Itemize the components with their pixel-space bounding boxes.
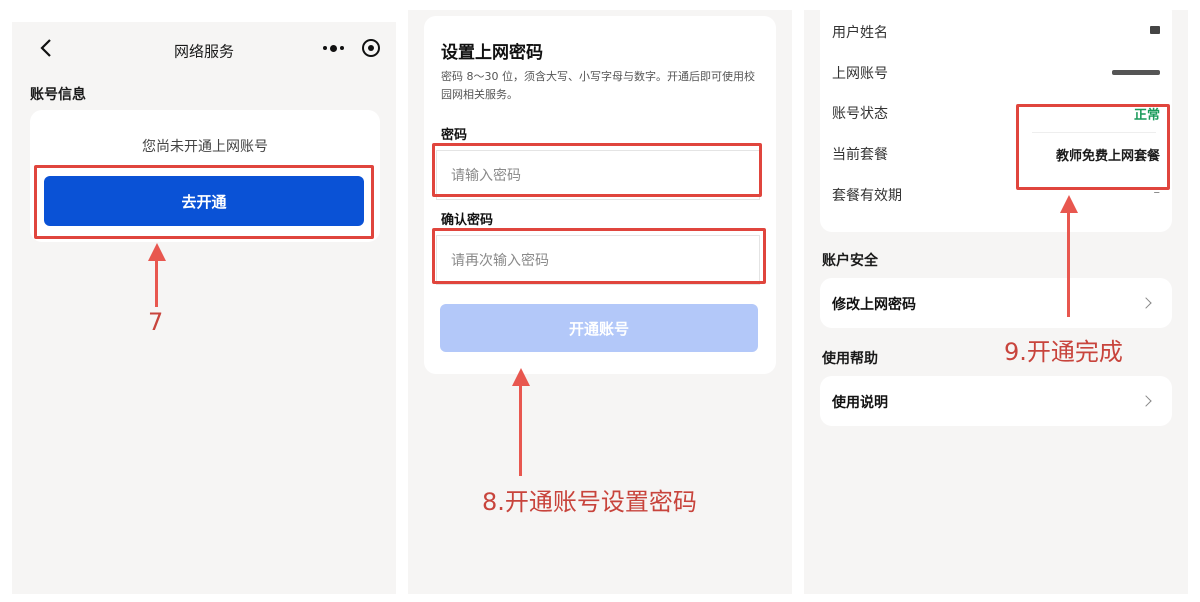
highlight-box-password xyxy=(432,143,762,197)
status-bar xyxy=(12,10,396,22)
row-label-name: 用户姓名 xyxy=(832,25,888,41)
chevron-right-icon xyxy=(1140,395,1152,407)
step-label: 8.开通账号设置密码 xyxy=(482,488,697,516)
password-rules: 密码 8～30 位，须含大写、小写字母与数字。开通后即可使用校园网相关服务。 xyxy=(441,70,755,101)
row-label-status: 账号状态 xyxy=(832,106,888,122)
row-label-account: 上网账号 xyxy=(832,66,888,82)
no-account-message: 您尚未开通上网账号 xyxy=(142,139,268,155)
more-dots-icon[interactable] xyxy=(320,38,346,58)
confirm-password-label: 确认密码 xyxy=(441,213,494,228)
panel-account-info: 网络服务 账号信息 您尚未开通上网账号 去开通 7 xyxy=(12,10,396,594)
form-heading: 设置上网密码 xyxy=(441,43,543,63)
step-label: 9.开通完成 xyxy=(1004,338,1123,366)
row-label-validity: 套餐有效期 xyxy=(832,188,902,204)
section-title-account: 账号信息 xyxy=(30,87,86,103)
highlight-box xyxy=(34,165,374,239)
row-label-plan: 当前套餐 xyxy=(832,147,888,163)
instructions-label: 使用说明 xyxy=(832,395,888,411)
highlight-box-status xyxy=(1016,104,1170,190)
panel-set-password: 设置上网密码 密码 8～30 位，须含大写、小写字母与数字。开通后即可使用校园网… xyxy=(408,10,792,594)
row-value-account xyxy=(1110,66,1160,78)
highlight-box-confirm xyxy=(432,228,766,284)
section-title-help: 使用帮助 xyxy=(822,351,878,367)
instructions-item[interactable]: 使用说明 xyxy=(820,376,1172,426)
panel-account-done: 用户姓名 上网账号 账号状态 正常 当前套餐 教师免费上网套餐 套餐有效期 – … xyxy=(804,10,1188,594)
row-value-name xyxy=(1130,22,1160,36)
open-account-button[interactable]: 开通账号 xyxy=(440,304,758,352)
password-label: 密码 xyxy=(441,128,468,143)
step-label: 7 xyxy=(148,308,164,336)
change-password-item[interactable]: 修改上网密码 xyxy=(820,278,1172,328)
section-title-security: 账户安全 xyxy=(822,253,878,269)
navbar: 网络服务 xyxy=(12,22,396,78)
change-password-label: 修改上网密码 xyxy=(832,297,916,313)
target-circle-icon[interactable] xyxy=(362,39,380,57)
chevron-right-icon xyxy=(1140,297,1152,309)
